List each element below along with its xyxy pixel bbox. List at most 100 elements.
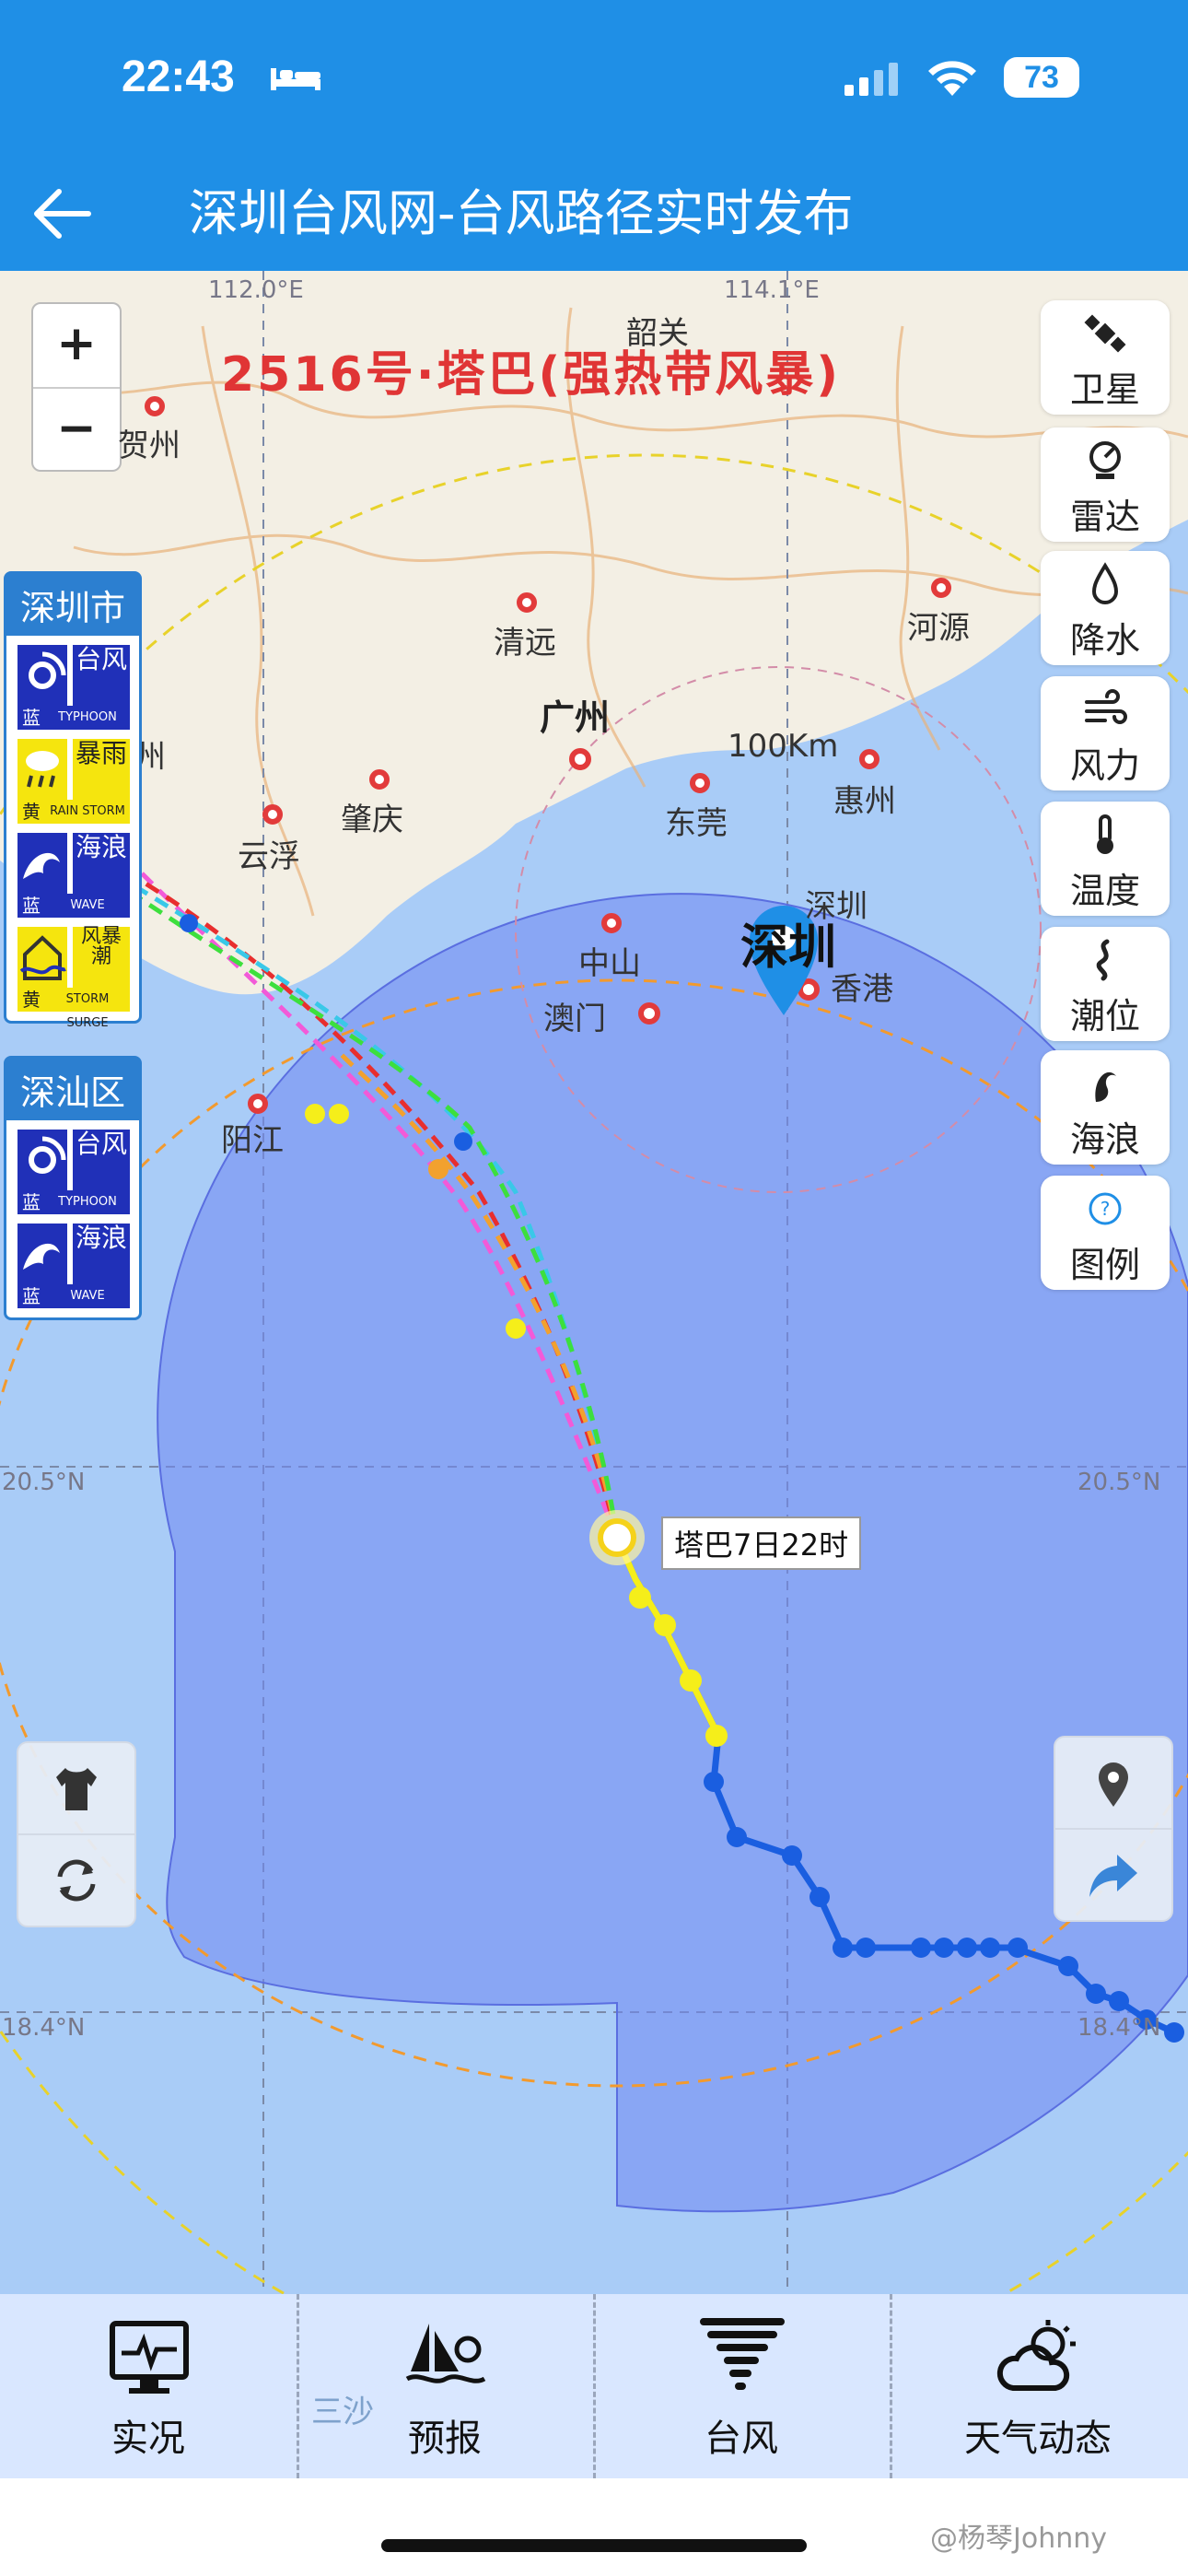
place-heyuan: 河源 — [907, 610, 970, 647]
layer-label: 雷达 — [1069, 497, 1140, 537]
place-xianggang: 香港 — [831, 971, 893, 1008]
layer-button-radar[interactable]: 雷达 — [1041, 427, 1170, 542]
thermometer-icon — [1097, 814, 1113, 854]
locate-button[interactable] — [1054, 1736, 1173, 1830]
svg-text:?: ? — [1101, 1198, 1111, 1220]
wind-icon — [1085, 689, 1127, 724]
place-huizhou: 惠州 — [833, 783, 896, 820]
tab-weather-news[interactable]: 天气动态 — [890, 2294, 1186, 2478]
typhoon-map[interactable]: 2516号·塔巴(强热带风暴) + − 112.0°E 114.1°E 20.5… — [0, 271, 1188, 2294]
location-pin-icon — [1099, 1762, 1128, 1807]
bottom-tab-bar: 实况 预报 台风 天气动态 三沙 — [0, 2294, 1188, 2478]
cloud-sun-icon — [996, 2320, 1076, 2391]
grid-label-lat-20-right: 20.5°N — [1077, 1469, 1161, 1496]
grid-label-lat-18-left: 18.4°N — [2, 2014, 86, 2042]
tshirt-button[interactable] — [17, 1741, 136, 1835]
panel-region-title: 深圳市 — [6, 574, 139, 636]
warning-typhoon-blue[interactable]: 台风 蓝 TYPHOON — [17, 1130, 130, 1214]
tab-typhoon[interactable]: 台风 — [593, 2294, 890, 2478]
help-icon: ? — [1089, 1192, 1122, 1225]
layer-label: 风力 — [1069, 745, 1140, 786]
storm-surge-warning-icon — [17, 927, 67, 988]
layer-label: 潮位 — [1069, 996, 1140, 1036]
place-shenzhen: 深圳 — [740, 920, 837, 976]
warning-en: TYPHOON — [45, 706, 130, 730]
warning-panel-shenshan[interactable]: 深汕区 台风 蓝 TYPHOON 海浪 蓝 WAVE — [4, 1056, 142, 1320]
warning-level: 蓝 — [17, 1190, 45, 1214]
warning-label: 台风 — [71, 645, 130, 706]
layer-button-wave[interactable]: 海浪 — [1041, 1050, 1170, 1165]
typhoon-warning-icon — [17, 1130, 67, 1190]
warning-typhoon-blue[interactable]: 台风 蓝 TYPHOON — [17, 645, 130, 730]
share-button[interactable] — [1054, 1828, 1173, 1922]
rainstorm-warning-icon — [17, 739, 67, 800]
tab-label: 实况 — [111, 2418, 185, 2460]
status-time: 22:43 — [122, 53, 235, 101]
place-shaoguan: 韶关 — [626, 315, 689, 352]
warning-level: 蓝 — [17, 706, 45, 730]
place-qingyuan: 清远 — [494, 625, 556, 662]
warning-level: 蓝 — [17, 1284, 45, 1308]
warning-label: 暴雨 — [71, 739, 130, 800]
typhoon-name-title: 2516号·塔巴(强热带风暴) — [221, 347, 842, 403]
layer-label: 降水 — [1069, 620, 1140, 661]
wave-warning-icon — [17, 833, 67, 894]
place-zhaoqing: 肇庆 — [341, 802, 403, 838]
warning-rainstorm-yellow[interactable]: 暴雨 黄 RAIN STORM — [17, 739, 130, 824]
page-title: 深圳台风网-台风路径实时发布 — [189, 184, 854, 242]
layer-button-legend[interactable]: ? 图例 — [1041, 1176, 1170, 1290]
warning-wave-blue[interactable]: 海浪 蓝 WAVE — [17, 1224, 130, 1308]
home-indicator[interactable] — [381, 2539, 807, 2552]
cellular-signal-icon — [844, 63, 898, 96]
warning-label: 海浪 — [71, 1224, 130, 1284]
warning-en: STORM SURGE — [45, 988, 130, 1030]
refresh-button[interactable] — [17, 1833, 136, 1927]
monitor-icon — [110, 2321, 189, 2394]
layer-button-precipitation[interactable]: 降水 — [1041, 551, 1170, 665]
satellite-icon — [1084, 314, 1126, 353]
tab-label: 天气动态 — [964, 2418, 1112, 2460]
warning-storm-surge-yellow[interactable]: 风暴潮 黄 STORM SURGE — [17, 927, 130, 1030]
layer-label: 海浪 — [1069, 1119, 1140, 1160]
grid-label-lat-18-right: 18.4°N — [1077, 2014, 1161, 2042]
wave-icon — [1095, 1071, 1116, 1102]
layer-button-temperature[interactable]: 温度 — [1041, 802, 1170, 916]
watermark: @杨琴Johnny — [930, 2523, 1107, 2555]
label-100km: 100Km — [728, 728, 839, 765]
place-guangzhou: 广州 — [540, 697, 611, 738]
layer-button-tide[interactable]: 潮位 — [1041, 927, 1170, 1041]
warning-panel-shenzhen[interactable]: 深圳市 台风 蓝 TYPHOON 暴雨 黄 RAIN STORM 海浪 蓝 WA… — [4, 571, 142, 1030]
raindrop-icon — [1091, 562, 1119, 604]
place-zhongshan: 中山 — [578, 945, 641, 982]
warning-level: 蓝 — [17, 894, 45, 918]
warning-en: WAVE — [45, 1284, 130, 1308]
back-arrow-icon[interactable] — [24, 175, 101, 252]
warning-level: 黄 — [17, 800, 45, 824]
grid-label-lon-112: 112.0°E — [208, 276, 304, 304]
layer-label: 卫星 — [1069, 369, 1140, 410]
layer-label: 图例 — [1069, 1245, 1140, 1285]
zoom-control: + − — [31, 302, 122, 472]
refresh-icon — [57, 1859, 96, 1902]
zoom-in-button[interactable]: + — [33, 304, 120, 387]
app-header: 深圳台风网-台风路径实时发布 — [0, 157, 1188, 271]
tab-label: 台风 — [705, 2418, 778, 2460]
typhoon-warning-icon — [17, 645, 67, 706]
tornado-icon — [700, 2318, 785, 2390]
layer-button-wind[interactable]: 风力 — [1041, 676, 1170, 790]
warning-level: 黄 — [17, 988, 45, 1012]
place-sansha: 三沙 — [311, 2394, 374, 2430]
typhoon-position-label: 塔巴7日22时 — [661, 1516, 862, 1570]
layer-button-satellite[interactable]: 卫星 — [1041, 300, 1170, 415]
warning-label: 风暴潮 — [71, 927, 130, 988]
wave-warning-icon — [17, 1224, 67, 1284]
place-dongguan: 东莞 — [665, 805, 728, 842]
warning-en: RAIN STORM — [45, 800, 130, 824]
tide-icon — [1096, 939, 1110, 981]
map-canvas — [0, 271, 1188, 2294]
radar-icon — [1089, 441, 1121, 479]
tab-live[interactable]: 实况 — [0, 2294, 297, 2478]
warning-wave-blue[interactable]: 海浪 蓝 WAVE — [17, 833, 130, 918]
zoom-out-button[interactable]: − — [33, 387, 120, 472]
grid-label-lon-114: 114.1°E — [724, 276, 820, 304]
